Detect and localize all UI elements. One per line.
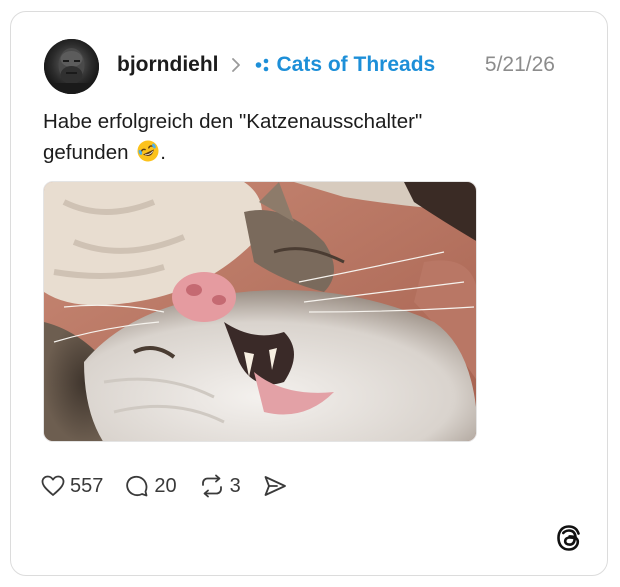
post-text-line1: Habe erfolgreich den "Katzenausschalter": [43, 110, 423, 133]
community-icon: [255, 58, 271, 72]
reply-count: 20: [154, 474, 177, 497]
rolling-on-floor-laughing-emoji: [136, 139, 160, 172]
repost-icon: [199, 474, 230, 498]
sleeping-cat-photo[interactable]: [43, 181, 477, 442]
like-button[interactable]: 557: [41, 475, 103, 498]
post-text-suffix: .: [160, 141, 166, 164]
chevron-right-icon: [231, 58, 241, 72]
share-button[interactable]: [263, 475, 292, 497]
like-count: 557: [70, 474, 104, 497]
community-link[interactable]: Cats of Threads: [255, 53, 436, 77]
repost-button[interactable]: 3: [199, 474, 241, 498]
reply-button[interactable]: 20: [125, 474, 177, 498]
avatar[interactable]: [44, 39, 99, 94]
action-bar: 557 20 3: [41, 472, 292, 500]
post-text-line2: gefunden: [43, 141, 129, 164]
post-date: 5/21/26: [484, 53, 555, 76]
reply-icon: [125, 474, 154, 498]
threads-logo-icon[interactable]: [555, 524, 583, 552]
heart-icon: [41, 475, 70, 497]
post-header: bjorndiehl Cats of Threads: [117, 50, 435, 80]
post-text: Habe erfolgreich den "Katzenausschalter"…: [43, 106, 503, 172]
post-card[interactable]: bjorndiehl Cats of Threads 5/21/26 Habe …: [10, 11, 608, 576]
share-icon: [263, 475, 292, 497]
repost-count: 3: [229, 474, 241, 497]
username-link[interactable]: bjorndiehl: [117, 53, 219, 77]
community-name: Cats of Threads: [276, 53, 436, 76]
